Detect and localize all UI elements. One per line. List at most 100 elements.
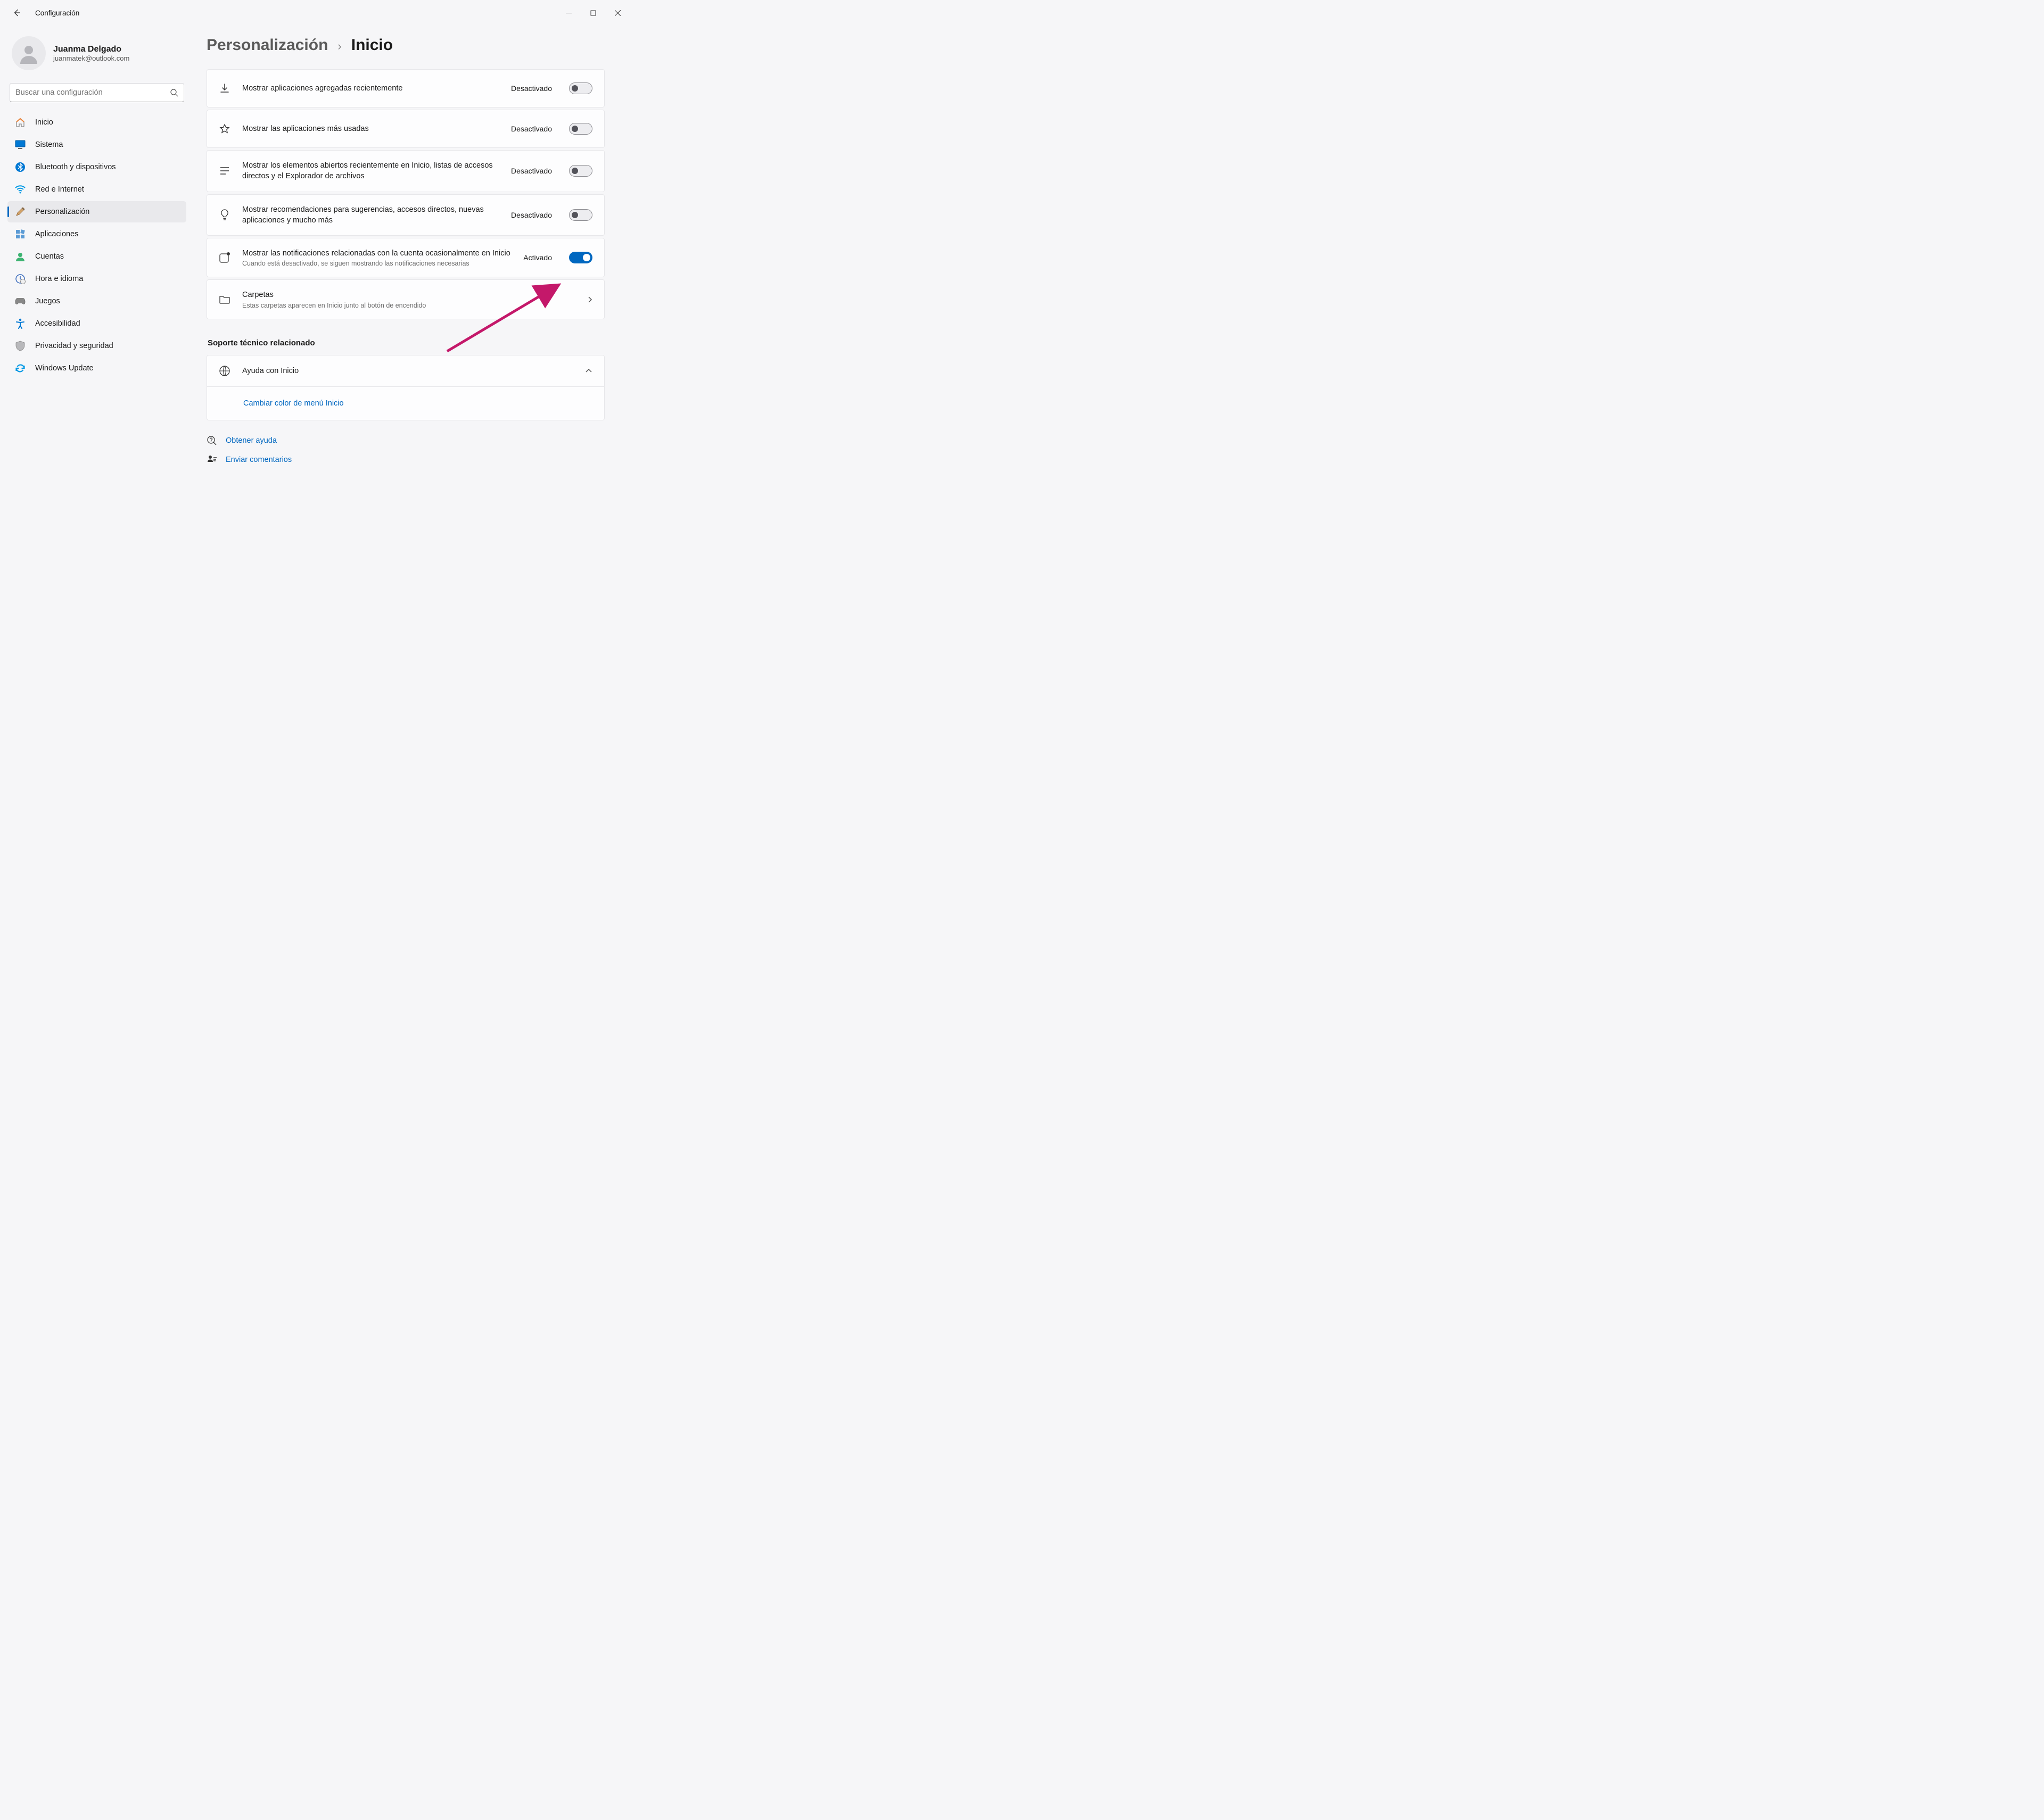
nav-list: Inicio Sistema Bluetooth y dispositivos …	[7, 112, 186, 379]
feedback-icon	[207, 454, 217, 465]
close-button[interactable]	[605, 2, 630, 23]
footer-link-label: Enviar comentarios	[226, 456, 292, 464]
wifi-icon	[15, 184, 26, 195]
avatar-icon	[18, 43, 39, 64]
gaming-icon	[15, 296, 26, 307]
sidebar-item-accesibilidad[interactable]: Accesibilidad	[7, 313, 186, 334]
avatar	[12, 36, 46, 70]
search-box[interactable]	[10, 83, 184, 102]
globe-help-icon	[219, 365, 230, 377]
setting-most-used: Mostrar las aplicaciones más usadas Desa…	[207, 110, 605, 148]
footer-links: Obtener ayuda Enviar comentarios	[207, 435, 605, 465]
chevron-right-icon	[587, 296, 592, 303]
sidebar-item-bluetooth[interactable]: Bluetooth y dispositivos	[7, 156, 186, 178]
paintbrush-icon	[15, 206, 26, 217]
maximize-icon	[590, 10, 596, 16]
setting-subtitle: Cuando está desactivado, se siguen mostr…	[242, 260, 512, 267]
maximize-button[interactable]	[581, 2, 605, 23]
setting-account-notifications: Mostrar las notificaciones relacionadas …	[207, 238, 605, 277]
star-icon	[219, 123, 230, 135]
sidebar-item-label: Sistema	[35, 140, 63, 149]
help-icon	[207, 435, 217, 446]
home-icon	[15, 117, 26, 128]
shield-icon	[15, 341, 26, 351]
setting-title: Mostrar aplicaciones agregadas recientem…	[242, 83, 499, 94]
sidebar-item-label: Accesibilidad	[35, 319, 80, 328]
sidebar-item-label: Inicio	[35, 118, 53, 127]
window-title: Configuración	[35, 9, 79, 17]
sidebar-item-juegos[interactable]: Juegos	[7, 291, 186, 312]
sidebar-item-label: Cuentas	[35, 252, 64, 261]
search-icon	[170, 89, 178, 97]
back-arrow-icon	[13, 9, 21, 17]
close-icon	[615, 10, 621, 16]
search-input[interactable]	[15, 88, 170, 97]
back-button[interactable]	[6, 2, 28, 23]
section-title-support: Soporte técnico relacionado	[208, 338, 606, 348]
window-controls	[556, 2, 630, 23]
sidebar-item-red[interactable]: Red e Internet	[7, 179, 186, 200]
toggle-state-label: Desactivado	[511, 84, 552, 93]
toggle-state-label: Desactivado	[511, 211, 552, 219]
setting-recent-items: Mostrar los elementos abiertos recientem…	[207, 150, 605, 192]
windows-update-icon	[15, 363, 26, 374]
profile[interactable]: Juanma Delgado juanmatek@outlook.com	[7, 32, 186, 78]
sidebar: Juanma Delgado juanmatek@outlook.com Ini…	[0, 26, 192, 565]
sidebar-item-personalizacion[interactable]: Personalización	[7, 201, 186, 222]
setting-folders[interactable]: Carpetas Estas carpetas aparecen en Inic…	[207, 279, 605, 319]
support-card: Ayuda con Inicio Cambiar color de menú I…	[207, 355, 605, 420]
sidebar-item-label: Windows Update	[35, 364, 94, 373]
setting-recommendations: Mostrar recomendaciones para sugerencias…	[207, 194, 605, 236]
breadcrumb-parent[interactable]: Personalización	[207, 36, 328, 54]
sidebar-item-label: Red e Internet	[35, 185, 84, 194]
toggle-recent-items[interactable]	[569, 165, 592, 177]
accounts-icon	[15, 251, 26, 262]
footer-link-get-help[interactable]: Obtener ayuda	[207, 435, 605, 446]
download-icon	[219, 82, 230, 94]
apps-icon	[15, 229, 26, 239]
setting-recent-apps: Mostrar aplicaciones agregadas recientem…	[207, 69, 605, 107]
page-title: Inicio	[351, 36, 393, 54]
minimize-icon	[566, 10, 572, 16]
setting-subtitle: Estas carpetas aparecen en Inicio junto …	[242, 302, 575, 309]
toggle-state-label: Desactivado	[511, 125, 552, 133]
lightbulb-icon	[219, 209, 230, 221]
toggle-account-notifications[interactable]	[569, 252, 592, 263]
bluetooth-icon	[15, 162, 26, 172]
accessibility-icon	[15, 318, 26, 329]
sidebar-item-cuentas[interactable]: Cuentas	[7, 246, 186, 267]
footer-link-feedback[interactable]: Enviar comentarios	[207, 454, 605, 465]
list-icon	[219, 165, 230, 177]
sidebar-item-label: Privacidad y seguridad	[35, 342, 113, 350]
setting-title: Mostrar las notificaciones relacionadas …	[242, 248, 512, 259]
support-body: Cambiar color de menú Inicio	[207, 386, 604, 420]
sidebar-item-label: Aplicaciones	[35, 230, 78, 238]
sidebar-item-windows-update[interactable]: Windows Update	[7, 358, 186, 379]
sidebar-item-inicio[interactable]: Inicio	[7, 112, 186, 133]
support-link-change-color[interactable]: Cambiar color de menú Inicio	[243, 399, 344, 408]
toggle-recommendations[interactable]	[569, 209, 592, 221]
breadcrumb: Personalización › Inicio	[207, 36, 607, 54]
setting-title: Mostrar las aplicaciones más usadas	[242, 123, 499, 134]
sidebar-item-hora[interactable]: Hora e idioma	[7, 268, 186, 289]
setting-title: Carpetas	[242, 289, 575, 300]
profile-name: Juanma Delgado	[53, 45, 129, 54]
profile-email: juanmatek@outlook.com	[53, 54, 129, 62]
toggle-recent-apps[interactable]	[569, 82, 592, 94]
toggle-most-used[interactable]	[569, 123, 592, 135]
toggle-state-label: Activado	[523, 253, 552, 262]
sidebar-item-aplicaciones[interactable]: Aplicaciones	[7, 224, 186, 245]
setting-title: Mostrar recomendaciones para sugerencias…	[242, 204, 499, 226]
badge-icon	[219, 252, 230, 263]
support-header[interactable]: Ayuda con Inicio	[207, 355, 604, 386]
chevron-right-icon: ›	[337, 39, 341, 53]
time-language-icon	[15, 274, 26, 284]
chevron-up-icon	[585, 368, 592, 374]
minimize-button[interactable]	[556, 2, 581, 23]
sidebar-item-privacidad[interactable]: Privacidad y seguridad	[7, 335, 186, 357]
settings-list: Mostrar aplicaciones agregadas recientem…	[207, 69, 605, 319]
sidebar-item-sistema[interactable]: Sistema	[7, 134, 186, 155]
folder-icon	[219, 294, 230, 305]
sidebar-item-label: Hora e idioma	[35, 275, 83, 283]
support-header-title: Ayuda con Inicio	[242, 367, 573, 375]
